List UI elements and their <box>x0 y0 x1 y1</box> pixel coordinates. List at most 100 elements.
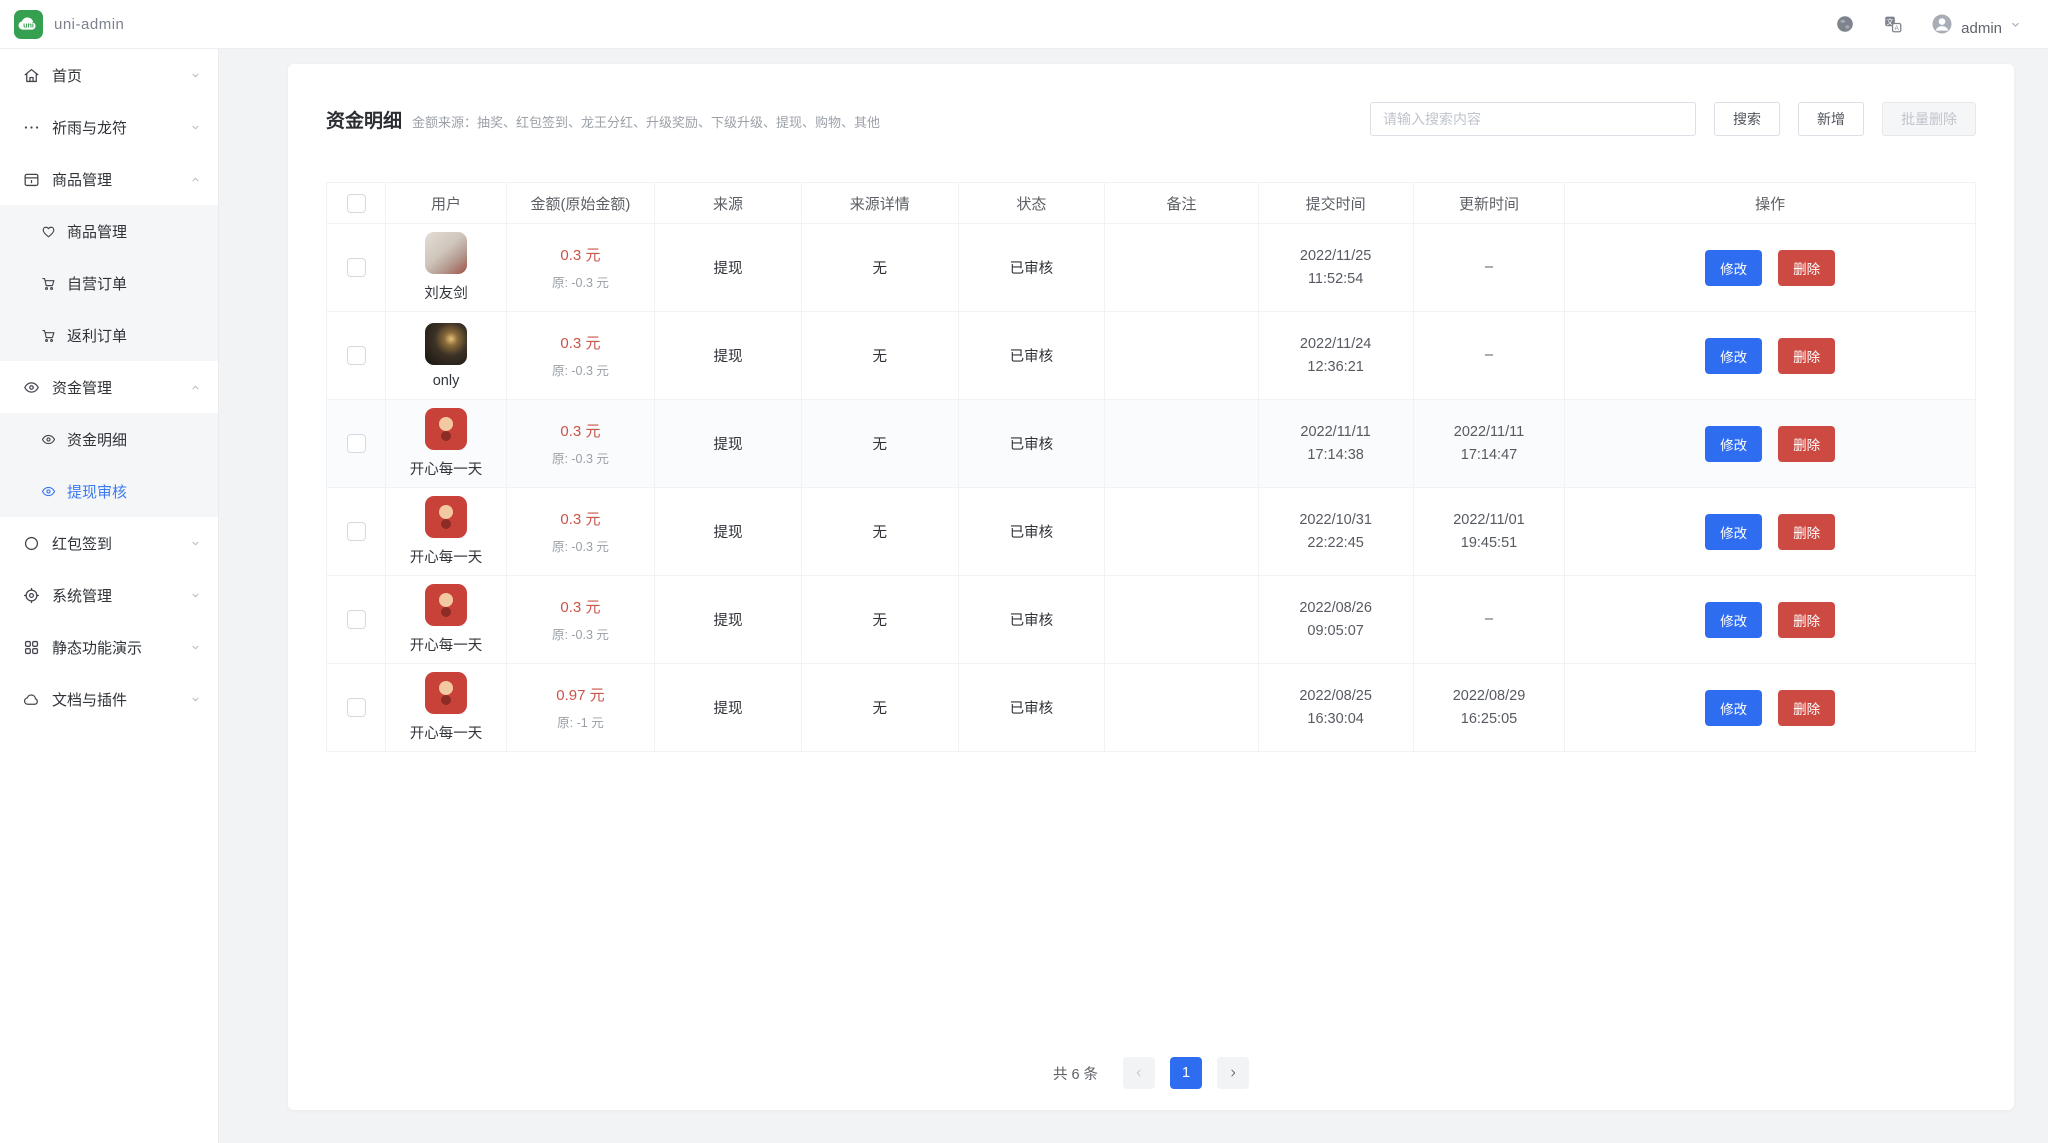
original-amount: 原: -0.3 元 <box>507 624 654 643</box>
delete-button[interactable]: 删除 <box>1778 514 1835 550</box>
edit-button[interactable]: 修改 <box>1705 514 1762 550</box>
source-detail: 无 <box>801 224 958 312</box>
edit-button[interactable]: 修改 <box>1705 338 1762 374</box>
sidebar-item-static-demo[interactable]: 静态功能演示 <box>0 621 218 673</box>
original-amount: 原: -0.3 元 <box>507 272 654 291</box>
page-subtitle: 金额来源：抽奖、红包签到、龙王分红、升级奖励、下级升级、提现、购物、其他 <box>412 112 880 131</box>
update-date: 2022/11/11 <box>1414 421 1565 443</box>
sidebar-item-label: 文档与插件 <box>52 689 127 710</box>
batch-delete-button[interactable]: 批量删除 <box>1882 102 1976 136</box>
update-date: – <box>1414 344 1565 366</box>
sidebar-item-home[interactable]: 首页 <box>0 49 218 101</box>
user-avatar <box>425 584 467 626</box>
sidebar-item-funds-detail[interactable]: 资金明细 <box>0 413 218 465</box>
sidebar-item-funds-management[interactable]: 资金管理 <box>0 361 218 413</box>
user-avatar <box>425 496 467 538</box>
topbar-actions: 文 A admin <box>1834 12 2022 37</box>
sidebar-item-goods-management[interactable]: 商品管理 <box>0 153 218 205</box>
edit-button[interactable]: 修改 <box>1705 690 1762 726</box>
cart-icon <box>40 275 57 292</box>
row-checkbox[interactable] <box>347 346 366 365</box>
remark <box>1105 400 1258 488</box>
search-button[interactable]: 搜索 <box>1714 102 1780 136</box>
row-checkbox[interactable] <box>347 434 366 453</box>
shop-icon <box>22 170 41 189</box>
col-source: 来源 <box>655 183 802 224</box>
chevron-up-icon <box>188 172 203 187</box>
update-date: 2022/08/29 <box>1414 685 1565 707</box>
source-detail: 无 <box>801 488 958 576</box>
row-checkbox[interactable] <box>347 610 366 629</box>
sidebar-item-qiyu[interactable]: 祈雨与龙符 <box>0 101 218 153</box>
chevron-down-icon <box>188 692 203 707</box>
sidebar-item-label: 首页 <box>52 65 82 86</box>
sidebar-item-system-management[interactable]: 系统管理 <box>0 569 218 621</box>
update-date: – <box>1414 256 1565 278</box>
table-row: 开心每一天 0.3 元原: -0.3 元 提现 无 已审核 2022/08/26… <box>327 576 1976 664</box>
delete-button[interactable]: 删除 <box>1778 426 1835 462</box>
user-menu[interactable]: admin <box>1930 12 2022 37</box>
eye-icon <box>22 378 41 397</box>
pagination-prev-button[interactable] <box>1123 1057 1155 1089</box>
delete-button[interactable]: 删除 <box>1778 690 1835 726</box>
source: 提现 <box>655 312 802 400</box>
table-row: 刘友剑 0.3 元原: -0.3 元 提现 无 已审核 2022/11/2511… <box>327 224 1976 312</box>
brand-title: uni-admin <box>54 16 124 33</box>
delete-button[interactable]: 删除 <box>1778 250 1835 286</box>
sidebar-item-withdraw-review[interactable]: 提现审核 <box>0 465 218 517</box>
user-avatar <box>425 323 467 365</box>
svg-text:uni: uni <box>23 20 34 29</box>
edit-button[interactable]: 修改 <box>1705 602 1762 638</box>
search-input[interactable] <box>1370 102 1696 136</box>
row-checkbox[interactable] <box>347 698 366 717</box>
title-block: 资金明细 金额来源：抽奖、红包签到、龙王分红、升级奖励、下级升级、提现、购物、其… <box>326 106 880 133</box>
row-checkbox[interactable] <box>347 522 366 541</box>
sidebar-item-label: 静态功能演示 <box>52 637 142 658</box>
sidebar-item-label: 自营订单 <box>67 273 127 294</box>
table-row: 开心每一天 0.3 元原: -0.3 元 提现 无 已审核 2022/11/11… <box>327 400 1976 488</box>
pagination-next-button[interactable] <box>1217 1057 1249 1089</box>
card-header: 资金明细 金额来源：抽奖、红包签到、龙王分红、升级奖励、下级升级、提现、购物、其… <box>326 64 1976 136</box>
col-user: 用户 <box>386 183 506 224</box>
submit-time: 09:05:07 <box>1259 620 1413 642</box>
submit-date: 2022/08/25 <box>1259 685 1413 707</box>
add-button[interactable]: 新增 <box>1798 102 1864 136</box>
sidebar-item-goods[interactable]: 商品管理 <box>0 205 218 257</box>
chevron-down-icon <box>2009 18 2022 31</box>
delete-button[interactable]: 删除 <box>1778 338 1835 374</box>
sidebar-item-label: 祈雨与龙符 <box>52 117 127 138</box>
cart-icon <box>40 327 57 344</box>
col-update-time: 更新时间 <box>1413 183 1565 224</box>
sidebar-item-label: 提现审核 <box>67 481 127 502</box>
funds-detail-card: 资金明细 金额来源：抽奖、红包签到、龙王分红、升级奖励、下级升级、提现、购物、其… <box>288 64 2014 1110</box>
select-all-checkbox[interactable] <box>347 194 366 213</box>
col-submit-time: 提交时间 <box>1258 183 1413 224</box>
translate-icon[interactable]: 文 A <box>1882 13 1904 35</box>
user-avatar <box>425 408 467 450</box>
user-avatar <box>425 232 467 274</box>
pagination-page-1[interactable]: 1 <box>1170 1057 1202 1089</box>
sidebar-item-docs-plugins[interactable]: 文档与插件 <box>0 673 218 725</box>
col-remark: 备注 <box>1105 183 1258 224</box>
source-detail: 无 <box>801 576 958 664</box>
amount: 0.3 元 <box>507 332 654 353</box>
sidebar-item-rebate-orders[interactable]: 返利订单 <box>0 309 218 361</box>
user-avatar-icon <box>1930 12 1954 36</box>
sidebar-item-redpacket-signin[interactable]: 红包签到 <box>0 517 218 569</box>
delete-button[interactable]: 删除 <box>1778 602 1835 638</box>
table-row: 开心每一天 0.3 元原: -0.3 元 提现 无 已审核 2022/10/31… <box>327 488 1976 576</box>
earth-icon[interactable] <box>1834 13 1856 35</box>
sidebar-item-self-orders[interactable]: 自营订单 <box>0 257 218 309</box>
status-badge: 已审核 <box>958 224 1105 312</box>
source: 提现 <box>655 400 802 488</box>
heart-icon <box>40 223 57 240</box>
sidebar-item-label: 商品管理 <box>52 169 112 190</box>
cloud-icon <box>22 690 41 709</box>
remark <box>1105 576 1258 664</box>
edit-button[interactable]: 修改 <box>1705 426 1762 462</box>
submit-date: 2022/10/31 <box>1259 509 1413 531</box>
row-checkbox[interactable] <box>347 258 366 277</box>
source: 提现 <box>655 488 802 576</box>
edit-button[interactable]: 修改 <box>1705 250 1762 286</box>
funds-submenu: 资金明细 提现审核 <box>0 413 218 517</box>
